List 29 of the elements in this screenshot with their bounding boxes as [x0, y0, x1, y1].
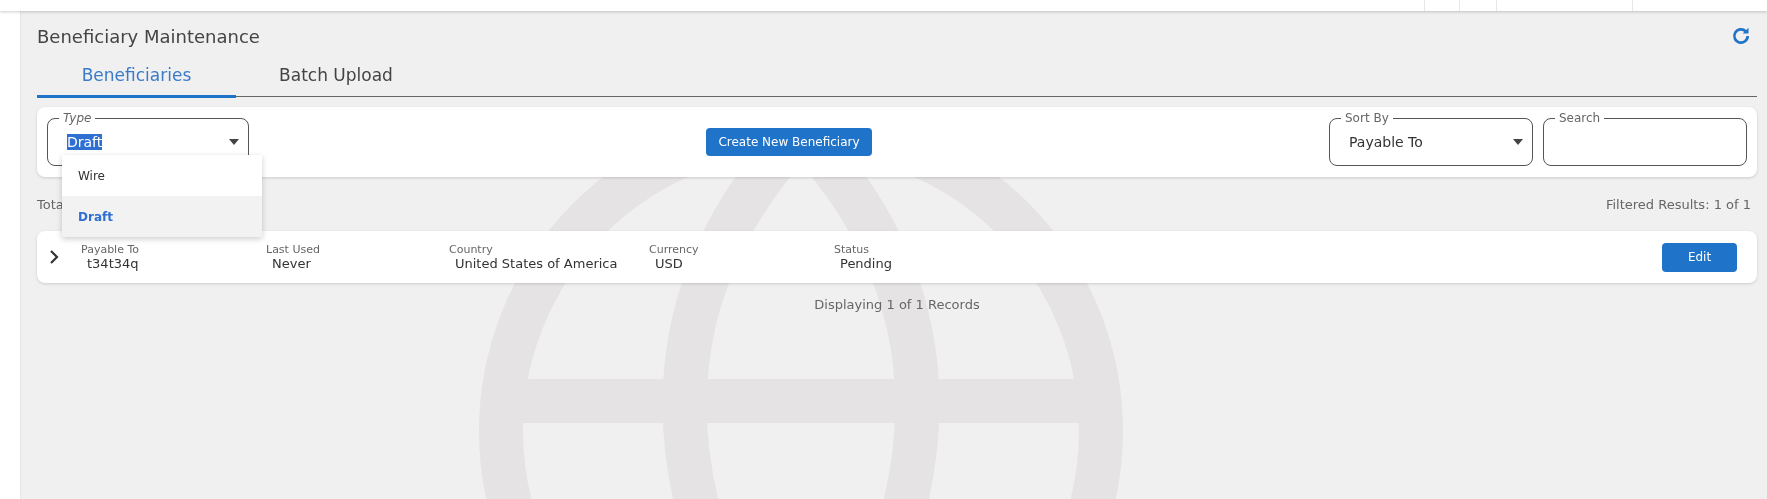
- refresh-icon[interactable]: [1731, 26, 1751, 46]
- menu-item[interactable]: Draft: [62, 196, 262, 237]
- field-label: Sort By: [1341, 110, 1393, 126]
- column-label: Payable To: [81, 243, 140, 256]
- page-title: Beneficiary Maintenance: [37, 25, 260, 47]
- filtered-results: Filtered Results: 1 of 1: [1605, 197, 1751, 214]
- edit-button[interactable]: Edit: [1662, 242, 1737, 272]
- menu-item[interactable]: Wire: [62, 155, 262, 196]
- column-value: Pending: [839, 256, 893, 271]
- selected-value: Payable To: [1349, 134, 1423, 150]
- column-value: Never: [271, 256, 312, 271]
- column-value: United States of America: [454, 256, 619, 271]
- create-button[interactable]: Create New Beneficiary: [706, 128, 872, 156]
- tab[interactable]: Batch Upload: [236, 57, 436, 98]
- column-label: Last Used: [266, 243, 321, 256]
- column-label: Currency: [649, 243, 700, 256]
- records-count: Displaying 1 of 1 Records: [814, 297, 980, 312]
- caret-icon: [1513, 139, 1523, 145]
- column-label: Country: [449, 243, 494, 256]
- sort-dropdown[interactable]: Sort By Payable To: [1329, 109, 1533, 166]
- column-value: t34t34q: [86, 256, 140, 271]
- selected-value: Draft: [67, 134, 103, 150]
- tab[interactable]: Beneficiaries: [37, 57, 236, 98]
- caret-icon: [229, 139, 239, 145]
- chevron-right-icon[interactable]: [49, 250, 59, 264]
- column-value: USD: [654, 256, 684, 271]
- search-field[interactable]: Search: [1543, 109, 1747, 166]
- field-label: Type: [59, 110, 96, 126]
- column-label: Status: [834, 243, 871, 256]
